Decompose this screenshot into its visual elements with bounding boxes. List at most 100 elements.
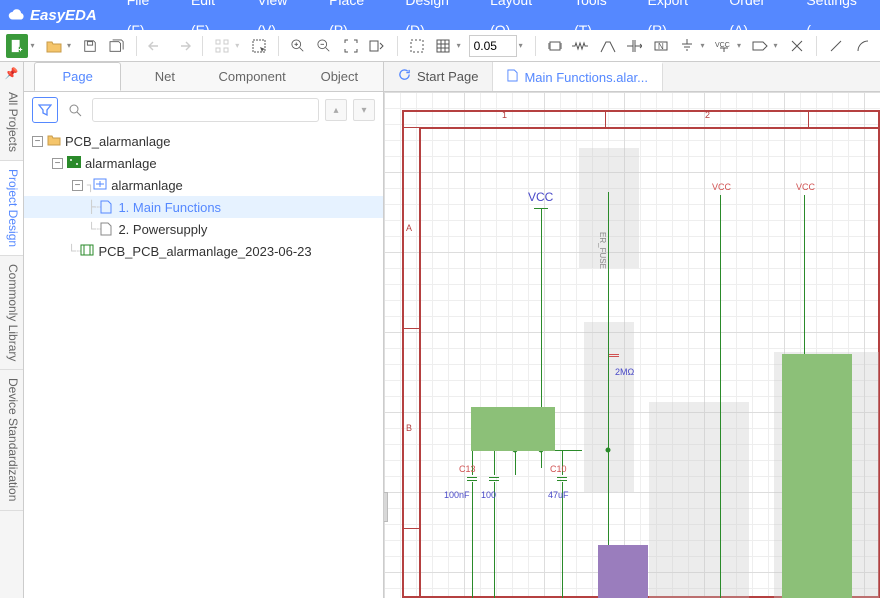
nav-down-button[interactable]: ▾ [353,99,375,121]
redo-button[interactable] [171,34,193,58]
wire [608,192,609,598]
component-block [598,545,648,598]
zoom-percent-button[interactable] [366,34,388,58]
line-icon[interactable] [825,34,847,58]
side-tabs: Page Net Component Object [24,62,383,92]
rail-project-design[interactable]: Project Design [0,161,23,256]
wire [515,450,516,475]
wire-icon[interactable] [597,34,619,58]
netlabel: ER_FUSE [598,232,607,269]
snap-button[interactable] [406,34,428,58]
new-file-button[interactable] [6,34,28,58]
chevron-down-icon[interactable]: ▾ [773,41,777,50]
netport-icon[interactable] [749,34,771,58]
save-all-button[interactable] [105,34,127,58]
chevron-down-icon[interactable]: ▾ [700,41,704,50]
junction [606,448,611,453]
vcc-label: VCC [712,182,731,192]
ruler-num: 2 [705,110,710,120]
tree-board[interactable]: − alarmanlage [24,152,383,174]
tree-root[interactable]: − PCB_alarmanlage [24,130,383,152]
rail-device-standardization[interactable]: Device Standardization [0,370,23,510]
wire [472,482,473,598]
nav-up-button[interactable]: ▴ [325,99,347,121]
rail-commonly-library[interactable]: Commonly Library [0,256,23,370]
refdes: C13 [459,464,476,474]
resize-handle[interactable] [384,492,388,522]
vcc-label: VCC [528,190,553,204]
tree-schematic-group[interactable]: − ┐ alarmanlage [24,174,383,196]
filter-button[interactable] [32,97,58,123]
ground-icon[interactable] [676,34,698,58]
refresh-icon [398,63,411,91]
selection-filter-button[interactable] [247,34,269,58]
align-button[interactable] [211,34,233,58]
grid-size-input[interactable] [469,35,517,57]
chevron-down-icon[interactable]: ▾ [519,41,523,50]
schematic-canvas[interactable]: 1 2 A B VCC VCC VCC [384,92,880,598]
ruler-letter: A [406,223,412,233]
tree-label: alarmanlage [111,178,183,193]
wire [494,450,495,475]
chevron-down-icon[interactable]: ▾ [235,41,239,50]
project-tree: − PCB_alarmanlage − alarmanlage − ┐ alar… [24,128,383,264]
zoom-out-button[interactable] [313,34,335,58]
tree-pcb[interactable]: └┄ PCB_PCB_alarmanlage_2023-06-23 [24,240,383,262]
tree-label: alarmanlage [85,156,157,171]
svg-text:N: N [658,42,664,51]
cloud-icon [8,6,26,24]
grid-button[interactable] [432,34,454,58]
pcb-icon [80,244,94,258]
side-tools: ▴ ▾ [24,92,383,128]
chevron-down-icon[interactable]: ▾ [67,41,71,50]
tab-main-functions[interactable]: Main Functions.alar... [493,62,663,91]
comp-value: 2MΩ [615,367,634,377]
tab-component[interactable]: Component [209,62,296,91]
tab-page[interactable]: Page [34,62,121,91]
wire [720,195,721,598]
arc-icon[interactable] [851,34,873,58]
chevron-down-icon[interactable]: ▾ [737,41,741,50]
vcc-icon[interactable]: VCC [712,34,734,58]
rail-all-projects[interactable]: All Projects [0,84,23,161]
collapse-icon[interactable]: − [72,180,83,191]
collapse-icon[interactable]: − [52,158,63,169]
chevron-down-icon[interactable]: ▾ [30,41,34,50]
chevron-down-icon[interactable]: ▾ [457,41,461,50]
netlabel-icon[interactable]: N [649,34,671,58]
app-name: EasyEDA [30,7,97,24]
tab-start-page[interactable]: Start Page [384,62,493,91]
app-logo: EasyEDA [8,6,97,24]
fit-screen-button[interactable] [340,34,362,58]
undo-button[interactable] [145,34,167,58]
ruler-top: 1 2 [402,110,880,128]
ic-icon[interactable] [544,34,566,58]
ruler-letter: B [406,423,412,433]
search-input[interactable] [92,98,319,122]
left-rail: 📌 All Projects Project Design Commonly L… [0,62,24,598]
save-button[interactable] [79,34,101,58]
pin-icon[interactable]: 📌 [0,62,23,84]
collapse-icon[interactable]: − [32,136,43,147]
tree-label: PCB_alarmanlage [65,134,171,149]
tree-page-main[interactable]: ├┄ 1. Main Functions [24,196,383,218]
separator [136,36,137,56]
canvas-area: Start Page Main Functions.alar... 1 2 A … [384,62,880,598]
resistor-icon[interactable] [570,34,592,58]
tab-object[interactable]: Object [296,62,383,91]
tree-page-power[interactable]: └┄ 2. Powersupply [24,218,383,240]
schematic-icon [93,178,107,192]
search-icon[interactable] [64,99,86,121]
wire [804,195,805,375]
page-icon [100,222,114,236]
comp-value: 100nF [444,490,470,500]
zoom-in-button[interactable] [287,34,309,58]
faded-component [584,322,634,492]
resistor-icon [609,354,619,357]
noconnect-icon[interactable] [785,34,807,58]
tab-net[interactable]: Net [121,62,208,91]
open-folder-button[interactable] [43,34,65,58]
faded-component [649,402,749,598]
separator [816,36,817,56]
bus-icon[interactable] [623,34,645,58]
